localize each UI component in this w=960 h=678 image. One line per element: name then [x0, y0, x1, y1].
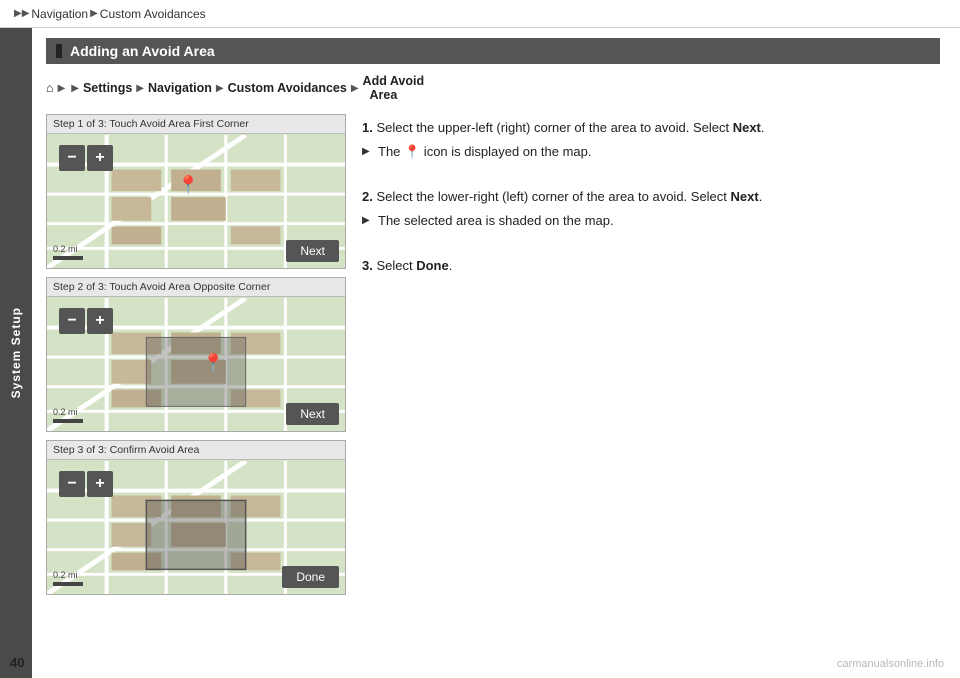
- step-1: 1. Select the upper-left (right) corner …: [362, 118, 940, 161]
- bp-item-settings: Settings: [83, 81, 132, 95]
- arrow-icon-1: ▶▶: [14, 8, 29, 19]
- zoom-in-btn-1[interactable]: +: [87, 145, 113, 171]
- bp-arrow-2: ▶: [71, 83, 79, 94]
- bp-item-add-avoid: Add Avoid Area: [363, 74, 425, 102]
- step-3-number: 3.: [362, 258, 373, 273]
- home-icon: ⌂: [46, 81, 54, 95]
- breadcrumb-path: ⌂ ▶ ▶ Settings ▶ Navigation ▶ Custom Avo…: [46, 74, 940, 102]
- step-1-number: 1.: [362, 120, 373, 135]
- step-1-text: 1. Select the upper-left (right) corner …: [362, 118, 940, 138]
- sidebar-label: System Setup: [9, 307, 23, 398]
- map-box-2-header: Step 2 of 3: Touch Avoid Area Opposite C…: [47, 278, 345, 297]
- columns-layout: Step 1 of 3: Touch Avoid Area First Corn…: [46, 114, 940, 603]
- breadcrumb-navigation: Navigation: [31, 7, 88, 21]
- pin-icon-2: 📍: [202, 353, 224, 374]
- section-heading: Adding an Avoid Area: [46, 38, 940, 64]
- map-box-3: Step 3 of 3: Confirm Avoid Area: [46, 440, 346, 595]
- scale-bar-3: 0.2 mi: [53, 570, 83, 586]
- top-breadcrumb-bar: ▶▶ Navigation ▶ Custom Avoidances: [0, 0, 960, 28]
- next-btn-1[interactable]: Next: [286, 240, 339, 262]
- done-btn[interactable]: Done: [282, 566, 339, 588]
- step-1-sub-1: The 📍 icon is displayed on the map.: [362, 142, 940, 162]
- zoom-controls-3: − +: [59, 471, 113, 497]
- step-3: 3. Select Done.: [362, 256, 940, 276]
- map-box-1-header: Step 1 of 3: Touch Avoid Area First Corn…: [47, 115, 345, 134]
- step-2-text: 2. Select the lower-right (left) corner …: [362, 187, 940, 207]
- map-box-3-header: Step 3 of 3: Confirm Avoid Area: [47, 441, 345, 460]
- scale-bar-1: 0.2 mi: [53, 244, 83, 260]
- sidebar: System Setup: [0, 28, 32, 678]
- step-2: 2. Select the lower-right (left) corner …: [362, 187, 940, 230]
- step-2-sub-1: The selected area is shaded on the map.: [362, 211, 940, 231]
- map-box-2: Step 2 of 3: Touch Avoid Area Opposite C…: [46, 277, 346, 432]
- page-number: 40: [10, 655, 24, 670]
- zoom-out-btn-3[interactable]: −: [59, 471, 85, 497]
- watermark: carmanualsonline.info: [837, 658, 944, 670]
- left-column: Step 1 of 3: Touch Avoid Area First Corn…: [46, 114, 346, 603]
- step-3-text: 3. Select Done.: [362, 256, 940, 276]
- zoom-in-btn-3[interactable]: +: [87, 471, 113, 497]
- bp-arrow-1: ▶: [58, 83, 66, 94]
- next-btn-2[interactable]: Next: [286, 403, 339, 425]
- main-content: Adding an Avoid Area ⌂ ▶ ▶ Settings ▶ Na…: [32, 28, 960, 678]
- pin-icon-1: 📍: [177, 175, 199, 196]
- zoom-out-btn-1[interactable]: −: [59, 145, 85, 171]
- zoom-in-btn-2[interactable]: +: [87, 308, 113, 334]
- scale-bar-2: 0.2 mi: [53, 407, 83, 423]
- bp-item-custom-avoidances: Custom Avoidances: [228, 81, 347, 95]
- arrow-icon-2: ▶: [90, 8, 98, 19]
- breadcrumb-custom-avoidances: Custom Avoidances: [100, 7, 206, 21]
- section-heading-text: Adding an Avoid Area: [70, 43, 215, 59]
- step-2-number: 2.: [362, 189, 373, 204]
- zoom-controls-1: − +: [59, 145, 113, 171]
- bp-item-navigation: Navigation: [148, 81, 212, 95]
- right-column: 1. Select the upper-left (right) corner …: [362, 114, 940, 603]
- map-box-1: Step 1 of 3: Touch Avoid Area First Corn…: [46, 114, 346, 269]
- zoom-out-btn-2[interactable]: −: [59, 308, 85, 334]
- zoom-controls-2: − +: [59, 308, 113, 334]
